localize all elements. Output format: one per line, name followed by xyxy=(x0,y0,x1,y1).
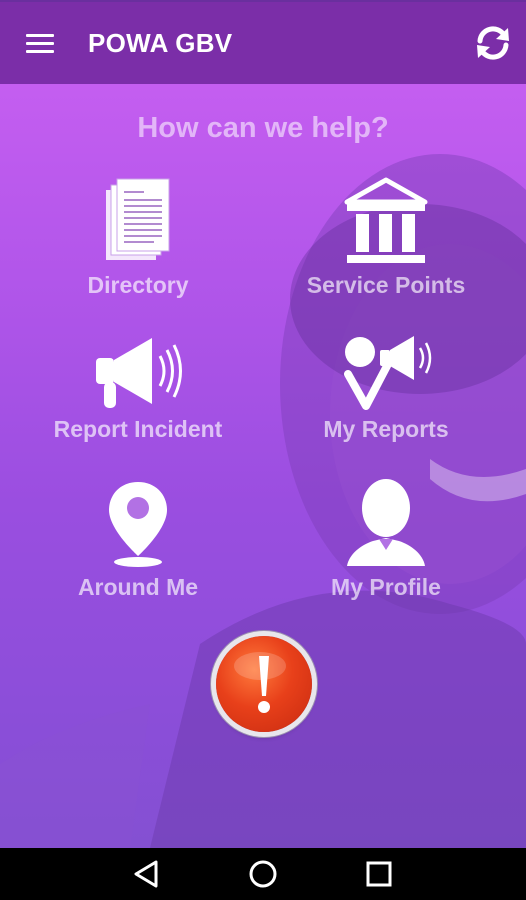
tile-label: My Profile xyxy=(331,574,441,600)
app-title: POWA GBV xyxy=(88,28,233,58)
tile-label: Report Incident xyxy=(53,416,223,442)
tile-directory[interactable]: Directory xyxy=(18,176,258,299)
home-circle-icon xyxy=(249,860,277,888)
emergency-alert-button[interactable] xyxy=(216,636,312,732)
tile-label: My Reports xyxy=(323,416,449,442)
nav-home-button[interactable] xyxy=(246,858,280,890)
megaphone-icon xyxy=(96,338,182,408)
back-triangle-icon xyxy=(134,860,158,888)
menu-button[interactable] xyxy=(20,26,60,60)
refresh-button[interactable] xyxy=(472,22,514,64)
user-profile-icon xyxy=(347,479,425,566)
page-heading: How can we help? xyxy=(137,112,389,144)
tile-service-points[interactable]: Service Points xyxy=(266,176,506,299)
document-stack-icon xyxy=(106,178,170,260)
app-bar: POWA GBV xyxy=(0,2,526,84)
building-icon xyxy=(344,177,428,263)
refresh-icon xyxy=(477,26,509,60)
tile-label: Service Points xyxy=(306,272,466,298)
tile-label: Directory xyxy=(87,272,189,298)
nav-back-button[interactable] xyxy=(130,858,164,890)
location-pin-icon xyxy=(109,482,167,567)
tile-label: Around Me xyxy=(77,574,199,600)
nav-recents-button[interactable] xyxy=(362,858,396,890)
home-screen: How can we help? Directory Service Point… xyxy=(0,84,526,848)
tile-report-incident[interactable]: Report Incident xyxy=(18,332,258,443)
recents-square-icon xyxy=(366,861,392,887)
exclamation-icon xyxy=(234,652,286,713)
tile-my-profile[interactable]: My Profile xyxy=(266,478,506,601)
tile-around-me[interactable]: Around Me xyxy=(18,478,258,601)
system-nav-bar xyxy=(0,848,526,900)
tile-my-reports[interactable]: My Reports xyxy=(266,332,506,443)
person-megaphone-icon xyxy=(344,336,432,410)
